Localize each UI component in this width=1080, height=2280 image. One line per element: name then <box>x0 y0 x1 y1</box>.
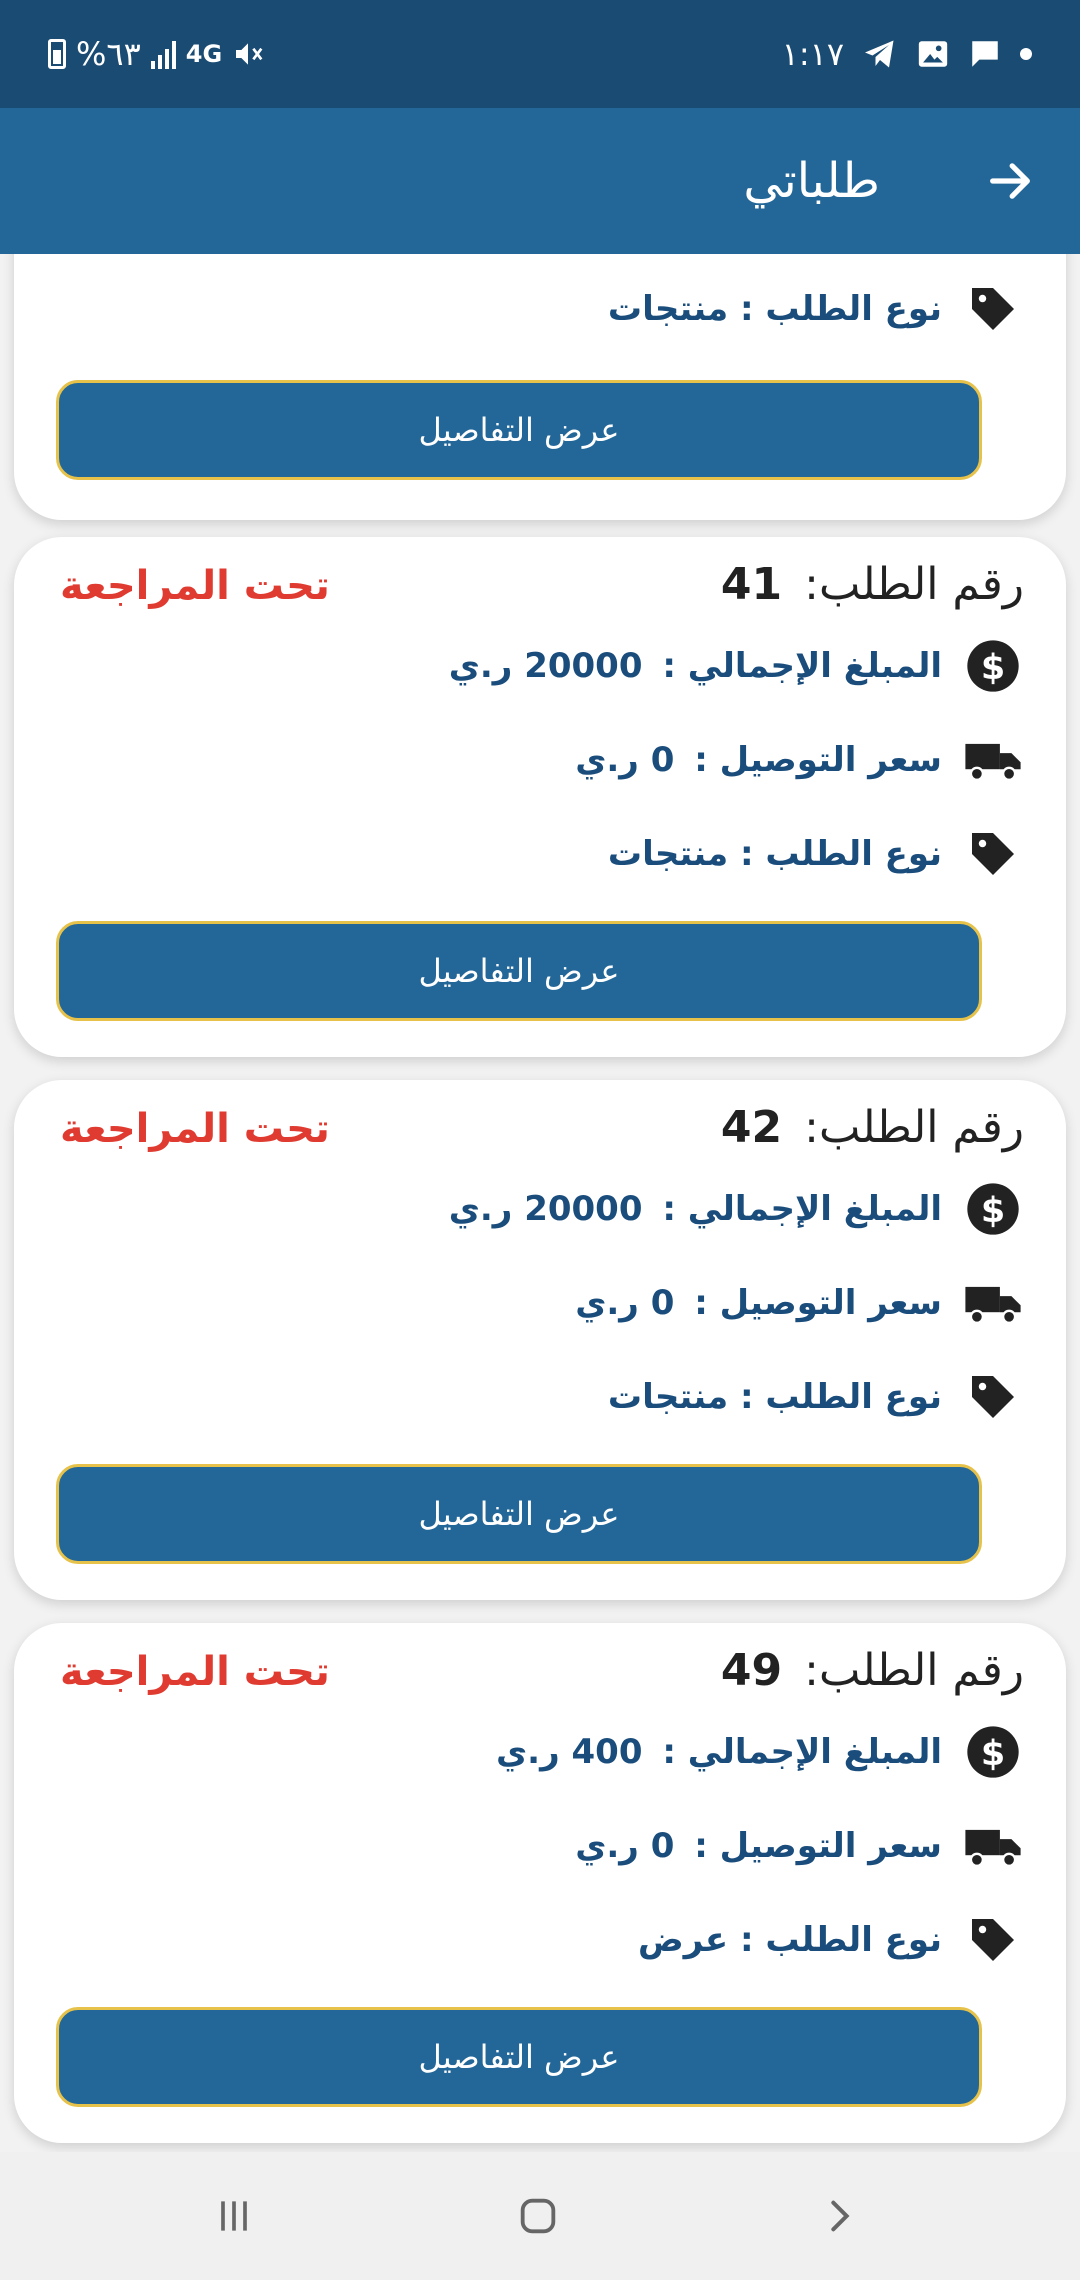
currency: ر.ي <box>496 1732 560 1772</box>
svg-text:$: $ <box>981 1191 1005 1231</box>
notification-dot-icon <box>1020 48 1032 60</box>
total-amount-value: 20000 <box>524 646 643 686</box>
order-type-value: عرض <box>638 1920 729 1960</box>
currency: ر.ي <box>448 1189 513 1229</box>
order-type-row: نوع الطلب : منتجات <box>608 1366 1024 1428</box>
order-number: رقم الطلب: 42 <box>721 1102 1024 1153</box>
order-type-label: نوع الطلب : <box>740 834 942 874</box>
view-details-button[interactable]: عرض التفاصيل <box>56 1464 982 1564</box>
status-bar: %٦٣ 4G ١:١٧ <box>0 0 1080 108</box>
recent-apps-icon <box>221 2201 247 2231</box>
orders-list[interactable]: نوع الطلب : منتجات عرض التفاصيل رقم الطل… <box>0 254 1080 2152</box>
message-icon <box>972 41 998 67</box>
status-badge: تحت المراجعة <box>60 1106 330 1152</box>
delivery-price-value: 0 <box>650 1283 675 1323</box>
order-number-label: رقم الطلب: <box>804 1645 1024 1696</box>
currency: ر.ي <box>575 740 639 780</box>
order-number-value: 42 <box>720 1102 783 1153</box>
home-button[interactable] <box>498 2176 578 2256</box>
delivery-price-label: سعر التوصيل : <box>694 740 942 780</box>
order-card: رقم الطلب: 41 تحت المراجعة $ المبلغ الإج… <box>14 537 1066 1057</box>
order-type-value: منتجات <box>607 1377 729 1417</box>
delivery-price-row: سعر التوصيل : 0 ر.ي <box>575 1815 1024 1877</box>
total-amount-label: المبلغ الإجمالي : <box>662 646 942 686</box>
status-bar-system-icons: %٦٣ 4G <box>48 0 264 108</box>
page-title: طلباتي <box>743 153 880 209</box>
truck-icon <box>962 1815 1024 1877</box>
order-type-label: نوع الطلب : <box>740 1920 942 1960</box>
total-amount-value: 400 <box>571 1732 643 1772</box>
svg-text:$: $ <box>981 648 1005 688</box>
tag-icon <box>962 278 1024 340</box>
status-badge: تحت المراجعة <box>60 563 330 609</box>
view-details-button[interactable]: عرض التفاصيل <box>56 380 982 480</box>
svg-text:$: $ <box>981 1734 1005 1774</box>
delivery-price-label: سعر التوصيل : <box>694 1826 942 1866</box>
total-amount-value: 20000 <box>524 1189 643 1229</box>
dollar-icon: $ <box>962 635 1024 697</box>
telegram-icon <box>865 40 894 68</box>
delivery-price-label: سعر التوصيل : <box>694 1283 942 1323</box>
total-amount-label: المبلغ الإجمالي : <box>662 1189 942 1229</box>
app-bar: طلباتي <box>0 108 1080 254</box>
back-nav-button[interactable] <box>800 2176 880 2256</box>
back-button[interactable] <box>980 151 1040 211</box>
clock: ١:١٧ <box>781 35 844 73</box>
order-type-label: نوع الطلب : <box>740 1377 942 1417</box>
order-card-header: رقم الطلب: 42 تحت المراجعة <box>56 1102 1024 1172</box>
signal-icon <box>150 39 176 69</box>
total-amount-label: المبلغ الإجمالي : <box>662 1732 942 1772</box>
order-number: رقم الطلب: 49 <box>721 1645 1024 1696</box>
order-number-value: 49 <box>720 1645 783 1696</box>
order-type-row: نوع الطلب : عرض <box>638 1909 1024 1971</box>
order-card-header: رقم الطلب: 41 تحت المراجعة <box>56 559 1024 629</box>
order-card: نوع الطلب : منتجات عرض التفاصيل <box>14 254 1066 520</box>
total-amount-row: $ المبلغ الإجمالي : 20000 ر.ي <box>449 1178 1024 1240</box>
delivery-price-row: سعر التوصيل : 0 ر.ي <box>575 729 1024 791</box>
view-details-button[interactable]: عرض التفاصيل <box>56 921 982 1021</box>
order-type-row: نوع الطلب : منتجات <box>608 278 1024 340</box>
battery-icon <box>48 39 66 69</box>
order-card: رقم الطلب: 42 تحت المراجعة $ المبلغ الإج… <box>14 1080 1066 1600</box>
arrow-right-icon <box>990 163 1030 199</box>
delivery-price-row: سعر التوصيل : 0 ر.ي <box>575 1272 1024 1334</box>
order-type-row: نوع الطلب : منتجات <box>608 823 1024 885</box>
delivery-price-value: 0 <box>650 740 675 780</box>
system-navigation-bar <box>0 2152 1080 2280</box>
network-type: 4G <box>185 40 223 68</box>
order-type-label: نوع الطلب : <box>740 289 942 329</box>
gallery-icon <box>918 41 948 67</box>
truck-icon <box>962 1272 1024 1334</box>
truck-icon <box>962 729 1024 791</box>
currency: ر.ي <box>448 646 513 686</box>
order-type-value: منتجات <box>607 834 729 874</box>
order-number-value: 41 <box>720 559 783 610</box>
order-number-label: رقم الطلب: <box>804 1102 1024 1153</box>
order-card-header: رقم الطلب: 49 تحت المراجعة <box>56 1645 1024 1715</box>
tag-icon <box>962 823 1024 885</box>
status-bar-notifications: ١:١٧ <box>782 0 1032 108</box>
tag-icon <box>962 1366 1024 1428</box>
delivery-price-value: 0 <box>650 1826 675 1866</box>
view-details-button[interactable]: عرض التفاصيل <box>56 2007 982 2107</box>
tag-icon <box>962 1909 1024 1971</box>
total-amount-row: $ المبلغ الإجمالي : 400 ر.ي <box>496 1721 1024 1783</box>
currency: ر.ي <box>575 1826 639 1866</box>
total-amount-row: $ المبلغ الإجمالي : 20000 ر.ي <box>449 635 1024 697</box>
chevron-right-icon <box>831 2200 850 2232</box>
mute-icon <box>236 43 263 65</box>
battery-level: %٦٣ <box>76 35 141 73</box>
dollar-icon: $ <box>962 1721 1024 1783</box>
status-badge: تحت المراجعة <box>60 1649 330 1695</box>
dollar-icon: $ <box>962 1178 1024 1240</box>
currency: ر.ي <box>575 1283 639 1323</box>
home-icon <box>520 2198 556 2234</box>
order-card: رقم الطلب: 49 تحت المراجعة $ المبلغ الإج… <box>14 1623 1066 2143</box>
order-number: رقم الطلب: 41 <box>721 559 1024 610</box>
order-number-label: رقم الطلب: <box>804 559 1024 610</box>
recent-apps-button[interactable] <box>194 2176 274 2256</box>
order-type-value: منتجات <box>607 289 729 329</box>
